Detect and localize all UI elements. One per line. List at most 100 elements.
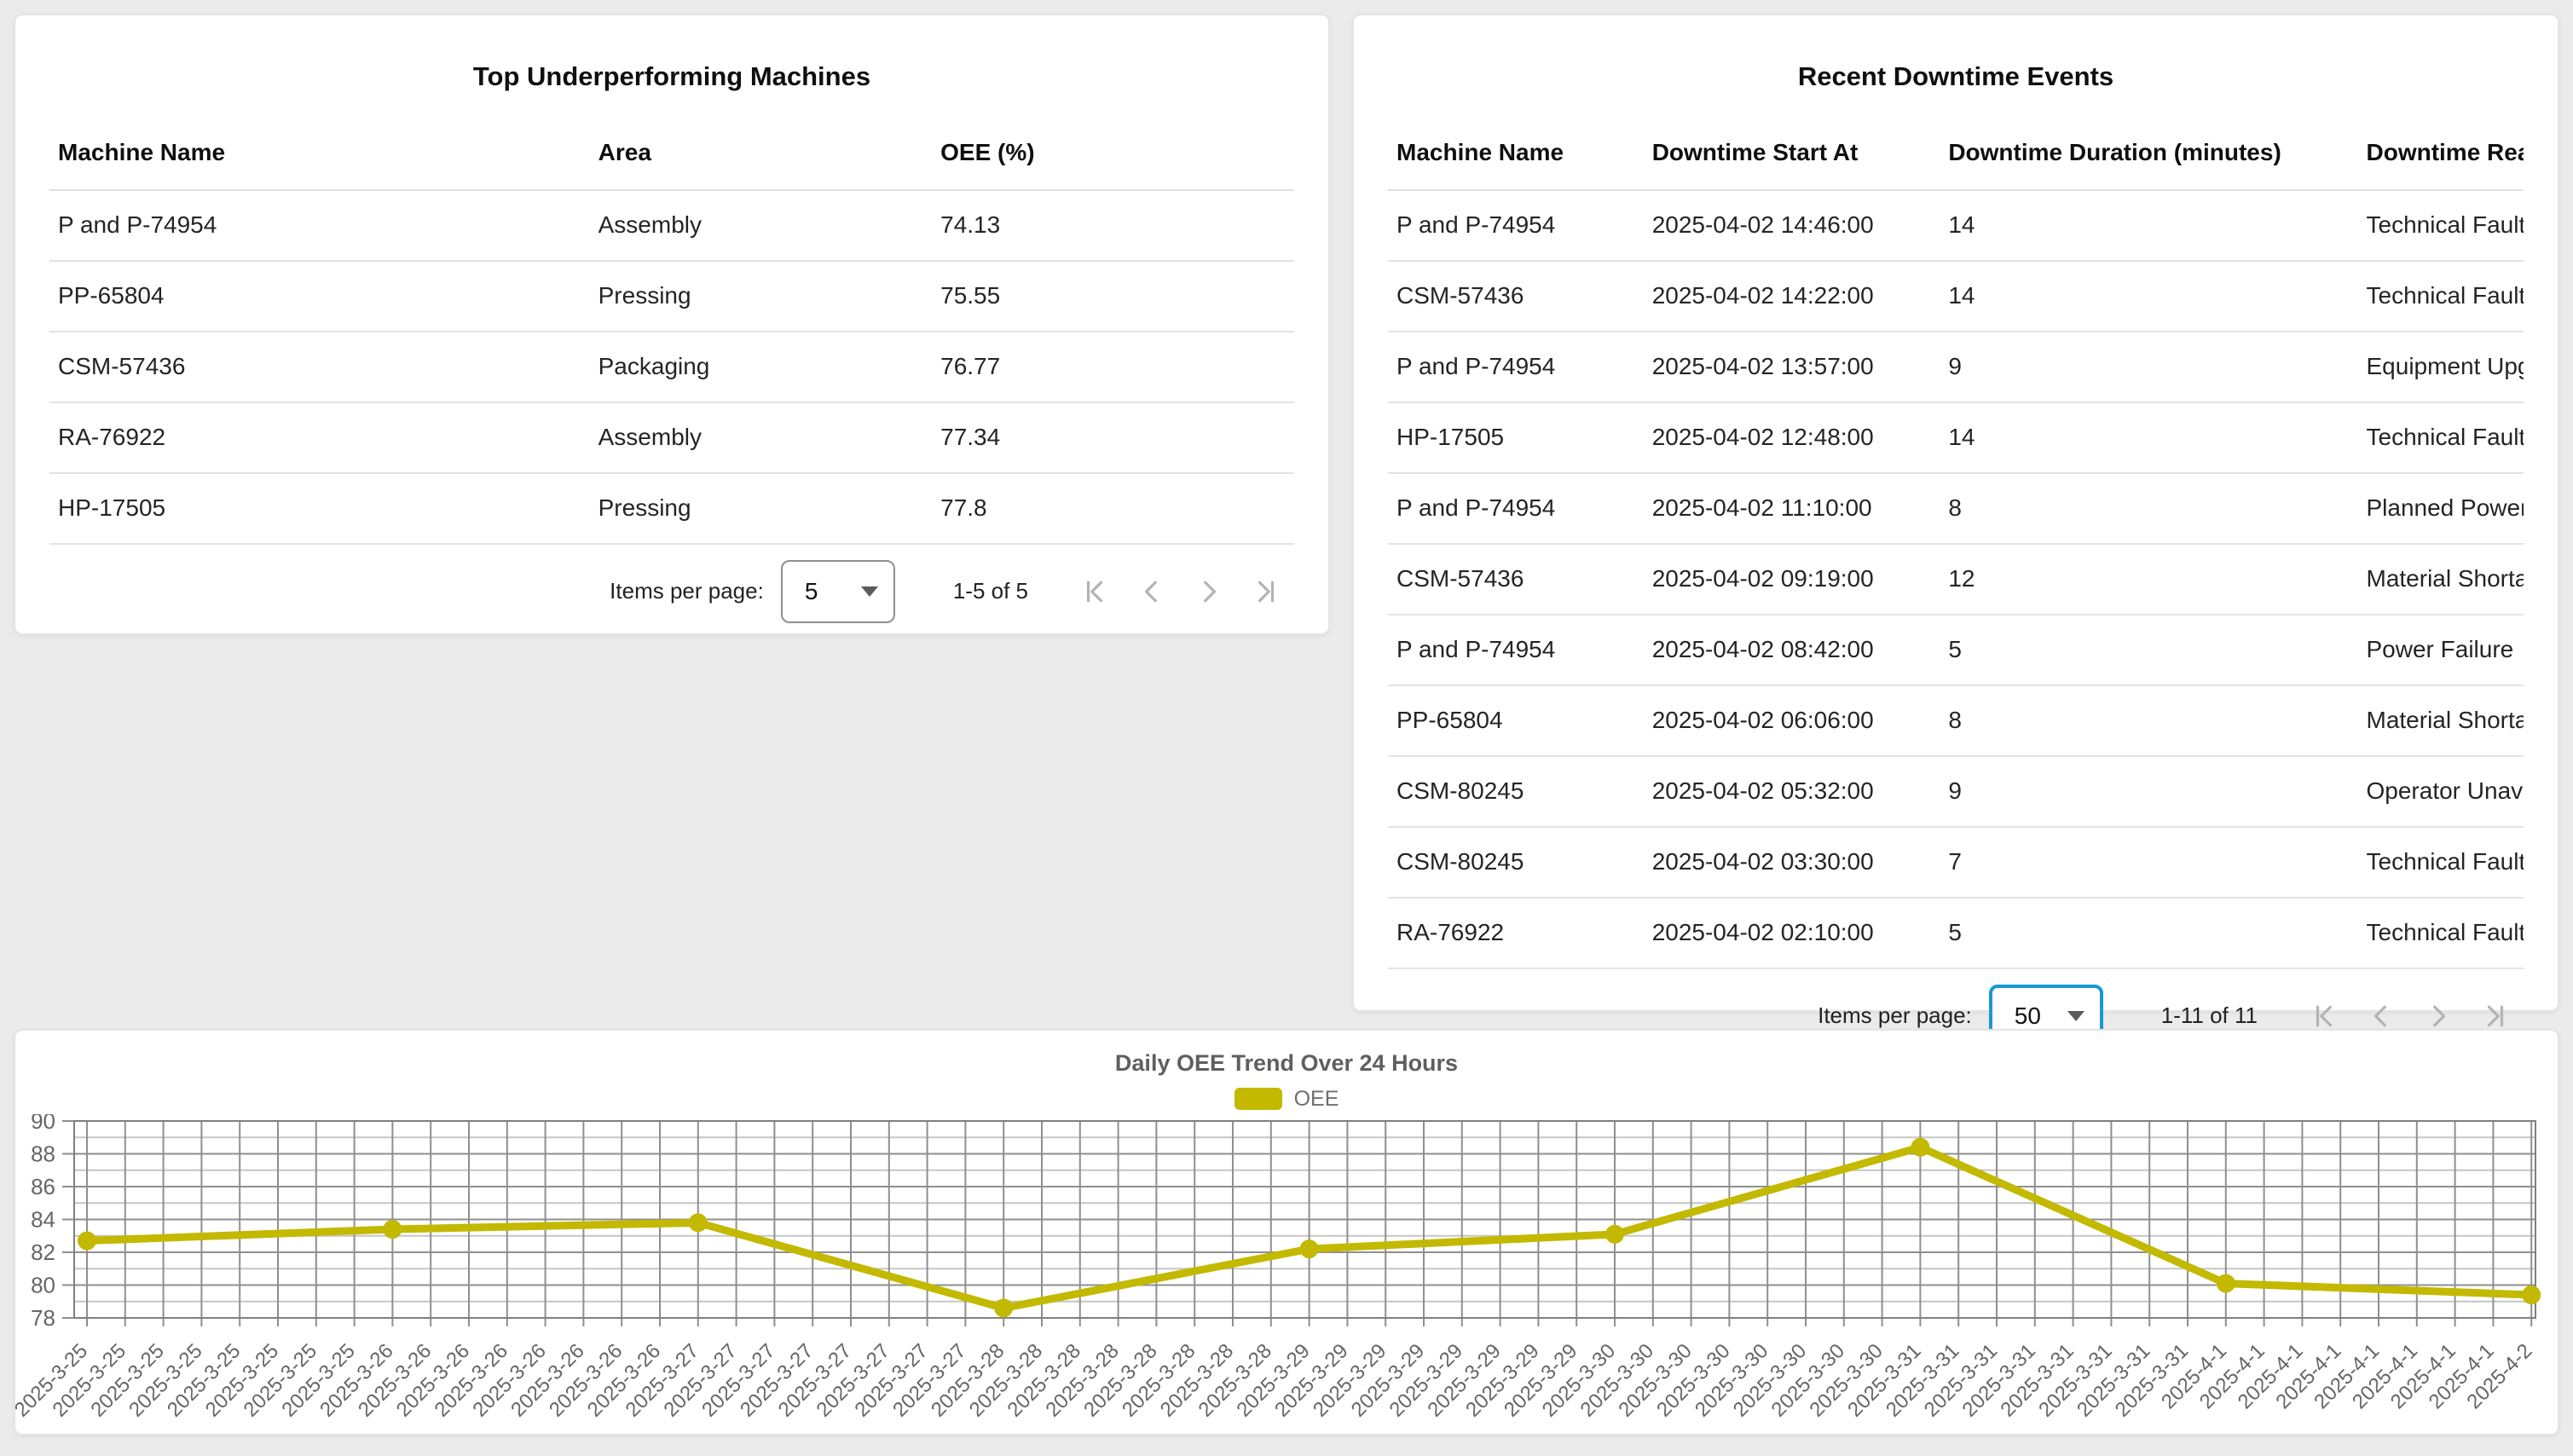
svg-text:84: 84 [31,1207,55,1233]
table-row: RA-769222025-04-02 02:10:005Technical Fa… [1388,898,2524,969]
chart-legend: OEE [15,1087,2558,1111]
paginator: Items per page: 5 1-5 of 5 [49,545,1294,623]
chevron-down-icon [861,586,878,597]
previous-page-button[interactable] [1123,563,1180,621]
table-cell: 12 [1940,565,2357,592]
table-cell: PP-65804 [49,282,590,309]
column-header: Downtime Duration (minutes) [1940,139,2357,166]
table-cell: Power Failure [2358,636,2524,663]
table-cell: P and P-74954 [1388,353,1644,380]
table-cell: HP-17505 [49,494,590,522]
first-page-icon [2311,1003,2337,1029]
dashboard-page: { "left_card": { "title": "Top Underperf… [0,0,2573,1456]
table-cell: 2025-04-02 12:48:00 [1644,424,1940,451]
table-row: PP-658042025-04-02 06:06:008Material Sho… [1388,686,2524,757]
svg-text:82: 82 [31,1239,55,1265]
table-cell: Technical Fault [2358,282,2524,309]
table-cell: P and P-74954 [1388,211,1644,239]
table-cell: 2025-04-02 09:19:00 [1644,565,1940,592]
paginator-range-label: 1-11 of 11 [2161,1002,2258,1029]
table-cell: 14 [1940,211,2357,239]
table-cell: RA-76922 [49,424,590,451]
table-row: CSM-574362025-04-02 09:19:0012Material S… [1388,545,2524,615]
chevron-down-icon [2067,1011,2084,1021]
svg-text:80: 80 [31,1273,55,1298]
table-cell: 5 [1940,919,2357,946]
table-cell: 7 [1940,848,2357,875]
table-cell: Pressing [590,282,933,309]
table-cell: 14 [1940,282,2357,309]
table-cell: 2025-04-02 14:46:00 [1644,211,1940,239]
column-header: Machine Name [49,139,590,166]
table-cell: RA-76922 [1388,919,1644,946]
first-page-button[interactable] [1066,563,1123,621]
table-cell: 5 [1940,636,2357,663]
table-row: CSM-802452025-04-02 03:30:007Technical F… [1388,828,2524,898]
table-cell: 77.34 [932,424,1294,451]
last-page-icon [2483,1003,2508,1029]
last-page-icon [1253,579,1279,604]
table-cell: HP-17505 [1388,424,1644,451]
table-cell: 14 [1940,424,2357,451]
svg-text:88: 88 [31,1141,55,1167]
items-per-page-value: 50 [2015,1002,2041,1030]
table-row: RA-76922Assembly77.34 [49,403,1294,474]
legend-swatch-oee [1234,1088,1282,1110]
table-cell: Assembly [590,424,933,451]
legend-label: OEE [1294,1087,1339,1112]
card-top-underperforming-machines: Top Underperforming Machines Machine Nam… [14,14,1330,635]
table-cell: CSM-57436 [1388,565,1644,592]
column-header: Downtime Reason [2358,139,2524,166]
table-cell: 9 [1940,777,2357,805]
column-header: Downtime Start At [1644,139,1940,166]
card-daily-oee-trend: Daily OEE Trend Over 24 Hours OEE 2025-3… [14,1029,2559,1436]
table-row: HP-17505Pressing77.8 [49,474,1294,545]
table-cell: Material Shortage [2358,565,2524,592]
table-cell: 8 [1940,494,2357,522]
table-row: CSM-802452025-04-02 05:32:009Operator Un… [1388,757,2524,828]
chart-title: Daily OEE Trend Over 24 Hours [15,1049,2558,1077]
last-page-button[interactable] [1237,563,1294,621]
table-cell: 2025-04-02 08:42:00 [1644,636,1940,663]
table-cell: Packaging [590,353,933,380]
svg-text:78: 78 [31,1305,55,1331]
table-cell: 2025-04-02 11:10:00 [1644,494,1940,522]
column-header: Machine Name [1388,139,1644,166]
table-cell: 2025-04-02 03:30:00 [1644,848,1940,875]
oee-trend-line-chart: 2025-3-252025-3-252025-3-252025-3-252025… [15,1114,2561,1423]
table-cell: Technical Fault [2358,211,2524,239]
next-page-button[interactable] [1180,563,1237,621]
table-cell: CSM-57436 [1388,282,1644,309]
table-cell: P and P-74954 [1388,494,1644,522]
table-cell: CSM-80245 [1388,848,1644,875]
items-per-page-label: Items per page: [610,578,764,604]
table-header-row: Machine NameDowntime Start AtDowntime Du… [1388,116,2524,191]
table-row: HP-175052025-04-02 12:48:0014Technical F… [1388,403,2524,474]
items-per-page-select[interactable]: 5 [781,560,895,623]
table-cell: 2025-04-02 05:32:00 [1644,777,1940,805]
table-row: PP-65804Pressing75.55 [49,262,1294,332]
items-per-page-label: Items per page: [1818,1002,1972,1029]
table-row: P and P-749542025-04-02 11:10:008Planned… [1388,474,2524,545]
table-cell: 75.55 [932,282,1294,309]
table-cell: Technical Fault [2358,424,2524,451]
table-cell: Operator Unavailable [2358,777,2524,805]
chevron-right-icon [1196,579,1222,604]
table-cell: 9 [1940,353,2357,380]
table-cell: Technical Fault [2358,919,2524,946]
table-cell: Assembly [590,211,933,239]
table-cell: CSM-80245 [1388,777,1644,805]
items-per-page-value: 5 [805,578,818,605]
table-cell: Material Shortage [2358,707,2524,734]
table-cell: P and P-74954 [1388,636,1644,663]
table-cell: CSM-57436 [49,353,590,380]
table-cell: PP-65804 [1388,707,1644,734]
table-cell: 8 [1940,707,2357,734]
table-row: P and P-749542025-04-02 14:46:0014Techni… [1388,191,2524,262]
table-cell: Planned Power Outage [2358,494,2524,522]
table-cell: 2025-04-02 13:57:00 [1644,353,1940,380]
table-body: P and P-74954Assembly74.13PP-65804Pressi… [49,191,1294,545]
table-cell: 2025-04-02 02:10:00 [1644,919,1940,946]
underperforming-machines-table: Machine NameAreaOEE (%) P and P-74954Ass… [49,116,1294,545]
table-cell: Pressing [590,494,933,522]
